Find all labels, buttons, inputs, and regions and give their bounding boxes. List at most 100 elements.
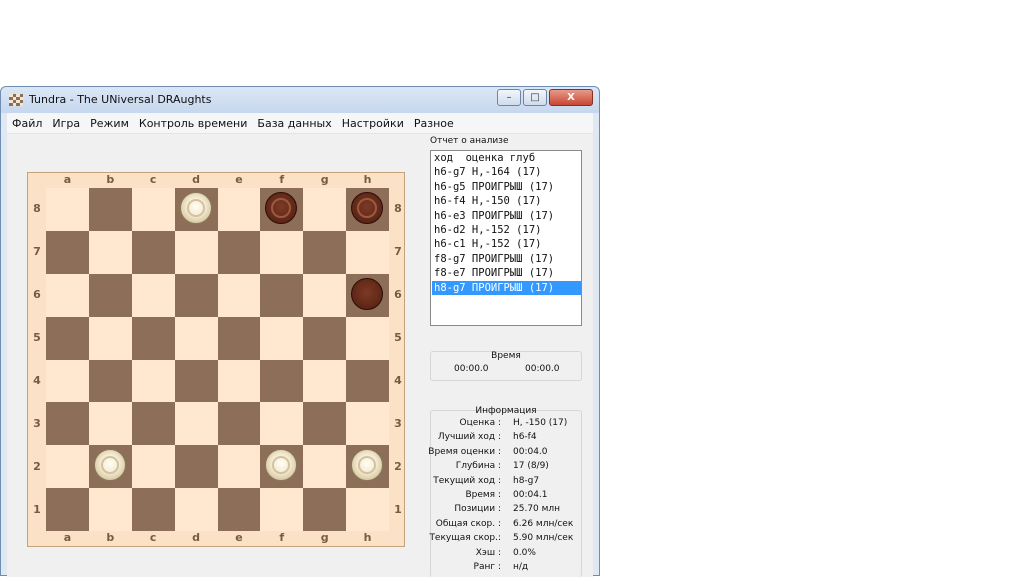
square-c5[interactable] [131,316,175,360]
square-a3[interactable] [46,402,89,446]
white-checker[interactable] [351,449,384,482]
square-c4[interactable] [131,359,175,403]
square-h7[interactable] [346,230,389,274]
square-c7[interactable] [131,230,175,274]
square-f3[interactable] [260,402,304,446]
square-a5[interactable] [46,316,89,360]
menu-mode[interactable]: Режим [85,117,134,130]
square-g8[interactable] [303,188,347,231]
square-h5[interactable] [346,316,389,360]
close-button[interactable]: X [549,89,593,106]
analysis-row[interactable]: h6-e3 ПРОИГРЫШ (17) [432,209,581,223]
black-checker[interactable] [351,192,384,224]
square-b5[interactable] [88,316,132,360]
analysis-row[interactable]: f8-g7 ПРОИГРЫШ (17) [432,252,581,266]
square-g4[interactable] [303,359,347,403]
square-a7[interactable] [46,230,89,274]
square-d5[interactable] [174,316,218,360]
square-e6[interactable] [217,273,261,317]
square-f6[interactable] [260,273,304,317]
square-b7[interactable] [88,230,132,274]
square-h2[interactable] [346,445,389,489]
square-a8[interactable] [46,188,89,231]
square-g5[interactable] [303,316,347,360]
analysis-row[interactable]: h6-f4 Н,-150 (17) [432,194,581,208]
square-b6[interactable] [88,273,132,317]
square-d4[interactable] [174,359,218,403]
menu-misc[interactable]: Разное [409,117,459,130]
square-g1[interactable] [303,488,347,531]
square-f7[interactable] [260,230,304,274]
file-label-top: b [106,173,115,186]
square-h4[interactable] [346,359,389,403]
square-e4[interactable] [217,359,261,403]
square-c3[interactable] [131,402,175,446]
square-d8[interactable] [174,188,218,231]
square-g7[interactable] [303,230,347,274]
square-b3[interactable] [88,402,132,446]
square-f1[interactable] [260,488,304,531]
app-logo-icon [9,94,23,106]
maximize-button[interactable]: □ [523,89,547,106]
black-checker[interactable] [351,277,384,310]
square-b2[interactable] [88,445,132,489]
analysis-row[interactable]: h6-c1 Н,-152 (17) [432,237,581,251]
menu-game[interactable]: Игра [47,117,85,130]
square-f2[interactable] [260,445,304,489]
analysis-list[interactable]: ход оценка глуб h6-g7 Н,-164 (17) h6-g5 ПР… [430,150,582,326]
square-e8[interactable] [217,188,261,231]
minimize-button[interactable]: – [497,89,521,106]
square-f5[interactable] [260,316,304,360]
analysis-row[interactable]: h8-g7 ПРОИГРЫШ (17) [432,280,581,296]
square-g6[interactable] [303,273,347,317]
white-checker[interactable] [93,449,126,482]
analysis-row[interactable]: ход оценка глуб [432,151,581,165]
square-e5[interactable] [217,316,261,360]
square-c6[interactable] [131,273,175,317]
square-d6[interactable] [174,273,218,317]
square-h1[interactable] [346,488,389,531]
square-f8[interactable] [260,188,304,231]
menu-database[interactable]: База данных [252,117,336,130]
square-c8[interactable] [131,188,175,231]
black-checker[interactable] [265,192,298,224]
square-d3[interactable] [174,402,218,446]
square-a2[interactable] [46,445,89,489]
square-g2[interactable] [303,445,347,489]
menu-settings[interactable]: Настройки [337,117,409,130]
square-c2[interactable] [131,445,175,489]
square-c1[interactable] [131,488,175,531]
square-h6[interactable] [346,273,389,317]
square-a1[interactable] [46,488,89,531]
square-e3[interactable] [217,402,261,446]
square-f4[interactable] [260,359,304,403]
square-g3[interactable] [303,402,347,446]
window-title: Tundra - The UNiversal DRAughts [29,93,212,106]
square-d2[interactable] [174,445,218,489]
menu-file[interactable]: Файл [7,117,47,130]
square-d1[interactable] [174,488,218,531]
square-b4[interactable] [88,359,132,403]
info-row: Текущий ход : h8-g7 [431,476,579,490]
info-row: Хэш : 0.0% [431,548,579,562]
square-e2[interactable] [217,445,261,489]
analysis-row[interactable]: h6-g5 ПРОИГРЫШ (17) [432,180,581,194]
square-h3[interactable] [346,402,389,446]
square-h8[interactable] [346,188,389,231]
square-b1[interactable] [88,488,132,531]
analysis-row[interactable]: h6-g7 Н,-164 (17) [432,165,581,179]
square-a4[interactable] [46,359,89,403]
analysis-row[interactable]: h6-d2 Н,-152 (17) [432,223,581,237]
rank-label-left: 4 [33,373,41,387]
analysis-row[interactable]: f8-e7 ПРОИГРЫШ (17) [432,266,581,280]
menu-time-control[interactable]: Контроль времени [134,117,253,130]
info-value: Н, -150 (17) [513,418,568,428]
white-checker[interactable] [179,192,212,224]
square-b8[interactable] [88,188,132,231]
square-e1[interactable] [217,488,261,531]
square-d7[interactable] [174,230,218,274]
title-bar[interactable]: Tundra - The UNiversal DRAughts – □ X [1,87,599,113]
square-e7[interactable] [217,230,261,274]
square-a6[interactable] [46,273,89,317]
white-checker[interactable] [265,449,298,482]
